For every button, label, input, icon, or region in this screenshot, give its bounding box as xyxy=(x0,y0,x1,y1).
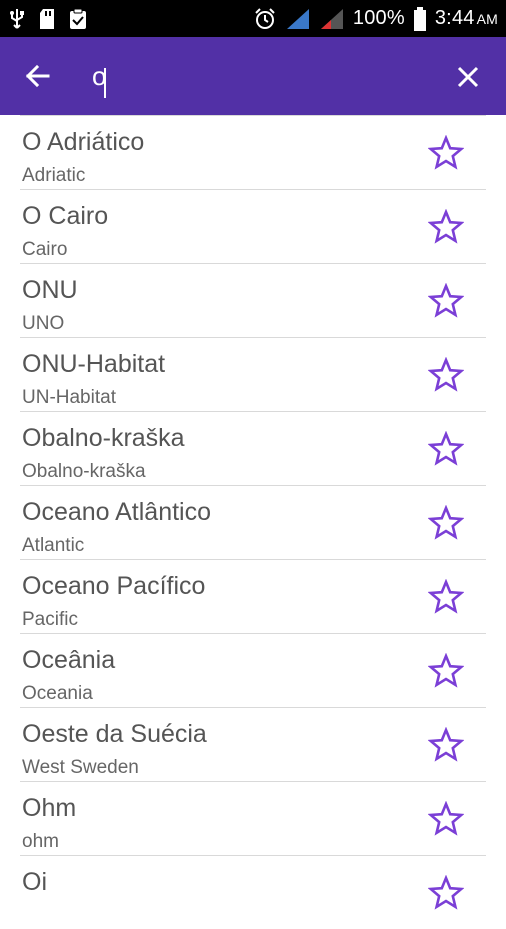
result-title: Oi xyxy=(22,868,47,896)
result-subtitle: Adriatic xyxy=(22,165,86,186)
result-title: ONU-Habitat xyxy=(22,350,166,378)
result-title: O Adriático xyxy=(22,128,145,156)
clock-time: 3:44 xyxy=(434,7,475,29)
back-button[interactable] xyxy=(18,58,58,94)
clipboard-check-icon xyxy=(70,8,86,29)
result-subtitle: ohm xyxy=(22,831,59,852)
star-outline-icon xyxy=(427,652,465,688)
status-bar-left xyxy=(8,8,88,30)
favorite-button[interactable] xyxy=(427,800,465,837)
list-item[interactable]: Oceano Pacífico Pacific xyxy=(20,559,486,633)
star-outline-icon xyxy=(427,356,465,392)
result-title: Ohm xyxy=(22,794,77,822)
list-item[interactable]: Oceano Atlântico Atlantic xyxy=(20,485,486,559)
favorite-button[interactable] xyxy=(427,504,465,541)
clock-ampm: AM xyxy=(476,10,498,27)
result-title: Oceânia xyxy=(22,646,116,674)
star-outline-icon xyxy=(427,578,465,614)
list-item[interactable]: O Adriático Adriatic xyxy=(20,115,486,189)
search-input[interactable] xyxy=(92,57,422,95)
battery-percent: 100% xyxy=(352,7,405,29)
result-title: Oceano Pacífico xyxy=(22,572,206,600)
star-outline-icon xyxy=(427,134,465,170)
arrow-back-icon xyxy=(25,64,50,88)
favorite-button[interactable] xyxy=(427,726,465,763)
favorite-button[interactable] xyxy=(427,578,465,615)
list-item[interactable]: Oi xyxy=(20,855,486,929)
favorite-button[interactable] xyxy=(427,430,465,467)
alarm-icon xyxy=(255,7,275,29)
star-outline-icon xyxy=(427,430,465,466)
sd-card-icon xyxy=(40,8,54,29)
result-title: Oceano Atlântico xyxy=(22,498,212,526)
usb-icon xyxy=(10,8,24,29)
battery-icon xyxy=(413,6,426,31)
result-subtitle: West Sweden xyxy=(22,757,139,778)
result-subtitle: Oceania xyxy=(22,683,93,704)
result-title: O Cairo xyxy=(22,202,109,230)
result-title: ONU xyxy=(22,276,78,304)
result-title: Obalno-kraška xyxy=(22,424,185,452)
list-item[interactable]: Ohm ohm xyxy=(20,781,486,855)
list-item[interactable]: ONU-Habitat UN-Habitat xyxy=(20,337,486,411)
result-subtitle: Atlantic xyxy=(22,535,85,556)
status-bar: 100% 3:44 AM xyxy=(0,0,506,37)
star-outline-icon xyxy=(427,874,465,910)
list-item[interactable]: O Cairo Cairo xyxy=(20,189,486,263)
clear-search-button[interactable] xyxy=(448,59,488,95)
search-toolbar xyxy=(0,37,506,115)
close-icon xyxy=(457,66,479,88)
favorite-button[interactable] xyxy=(427,208,465,245)
list-item[interactable]: ONU UNO xyxy=(20,263,486,337)
star-outline-icon xyxy=(427,800,465,836)
favorite-button[interactable] xyxy=(427,874,465,911)
list-item[interactable]: Oceânia Oceania xyxy=(20,633,486,707)
result-subtitle: Pacific xyxy=(22,609,78,630)
result-title: Oeste da Suécia xyxy=(22,720,207,748)
status-bar-right: 100% 3:44 AM xyxy=(253,6,498,31)
result-subtitle: Cairo xyxy=(22,239,68,260)
signal-icon xyxy=(286,8,309,29)
star-outline-icon xyxy=(427,504,465,540)
text-cursor xyxy=(104,68,106,98)
star-outline-icon xyxy=(427,282,465,318)
favorite-button[interactable] xyxy=(427,652,465,689)
star-outline-icon xyxy=(427,726,465,762)
star-outline-icon xyxy=(427,208,465,244)
result-subtitle: UN-Habitat xyxy=(22,387,116,408)
list-item[interactable]: Oeste da Suécia West Sweden xyxy=(20,707,486,781)
list-item[interactable]: Obalno-kraška Obalno-kraška xyxy=(20,411,486,485)
favorite-button[interactable] xyxy=(427,134,465,171)
favorite-button[interactable] xyxy=(427,282,465,319)
result-subtitle: UNO xyxy=(22,313,65,334)
signal-weak-icon xyxy=(320,8,343,29)
favorite-button[interactable] xyxy=(427,356,465,393)
result-subtitle: Obalno-kraška xyxy=(22,461,146,482)
results-list: O Adriático Adriatic O Cairo Cairo ONU UNO ONU… xyxy=(0,115,506,929)
